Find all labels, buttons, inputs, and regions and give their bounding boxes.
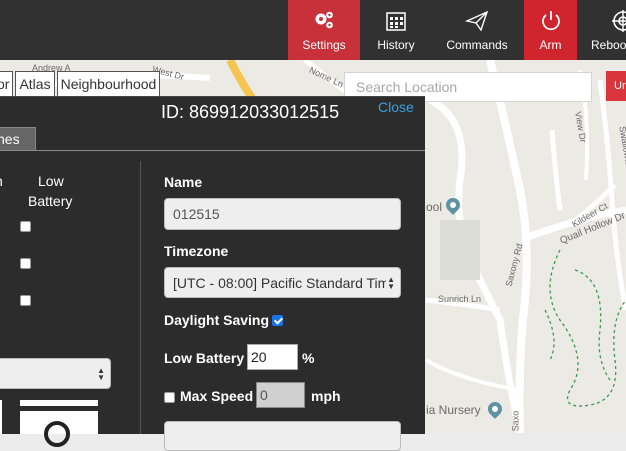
- notes-field[interactable]: [164, 421, 401, 451]
- max-speed-checkbox[interactable]: [164, 392, 175, 403]
- circle-icon: [44, 421, 70, 447]
- timezone-label: Timezone: [164, 243, 229, 259]
- low-battery-header-line2: Battery: [28, 193, 73, 209]
- top-nav-bar: Settings History Commands Arm Reboo: [0, 0, 626, 60]
- divider: [0, 150, 425, 151]
- left-col-header: n: [0, 173, 3, 189]
- left-bottom-box: [0, 400, 2, 434]
- map-place-label: ia Nursery: [426, 403, 481, 417]
- close-link[interactable]: Close: [378, 99, 414, 115]
- timezone-value: [UTC - 08:00] Pacific Standard Time: [173, 274, 386, 291]
- device-panel: ID: 869912033012515 Close nes n Low Batt…: [0, 96, 425, 451]
- column-divider: [140, 161, 141, 434]
- gears-icon: [311, 8, 337, 34]
- daylight-saving-label: Daylight Saving: [164, 312, 270, 328]
- paper-plane-icon: [464, 8, 490, 34]
- layer-tab-or[interactable]: or: [0, 71, 14, 97]
- nav-history[interactable]: History: [362, 0, 430, 60]
- nav-label: History: [377, 38, 415, 52]
- low-battery-input[interactable]: 20: [247, 344, 298, 370]
- nav-arm[interactable]: Arm: [524, 0, 577, 60]
- low-battery-label: Low Battery: [164, 350, 245, 366]
- map-road-label: Saxo: [510, 410, 521, 432]
- calendar-icon: [383, 8, 409, 34]
- max-speed-label: Max Speed: [180, 388, 254, 404]
- device-id-title: ID: 869912033012515: [161, 102, 340, 122]
- low-battery-checkbox[interactable]: [20, 295, 31, 306]
- layer-tab-atlas[interactable]: Atlas: [15, 71, 55, 97]
- name-label: Name: [164, 174, 203, 190]
- map-road-label: Sunrich Ln: [438, 294, 482, 304]
- nav-reboot[interactable]: Reboo: [588, 0, 626, 60]
- left-select[interactable]: ▲ ▼: [0, 358, 111, 389]
- nav-label: Arm: [539, 38, 562, 52]
- map-layer-tabs: or Atlas Neighbourhood: [0, 71, 162, 97]
- left-bottom-bar: [20, 400, 98, 406]
- power-icon: [538, 8, 564, 34]
- timezone-select[interactable]: [UTC - 08:00] Pacific Standard Time ▲ ▼: [164, 267, 401, 298]
- layer-tab-neighbourhood[interactable]: Neighbourhood: [56, 71, 161, 97]
- left-bottom-card: [20, 411, 98, 447]
- nav-commands[interactable]: Commands: [436, 0, 518, 60]
- low-battery-header-line1: Low: [38, 173, 64, 189]
- low-battery-checkbox[interactable]: [20, 221, 31, 232]
- max-speed-input[interactable]: 0: [256, 382, 305, 408]
- nav-label: Commands: [446, 38, 508, 52]
- nav-label: Reboo: [591, 38, 626, 52]
- map-place-label: ool: [426, 200, 443, 214]
- red-side-tab[interactable]: Ur: [606, 71, 626, 101]
- nav-settings[interactable]: Settings: [288, 0, 360, 60]
- daylight-saving-checkbox[interactable]: [272, 315, 283, 326]
- low-battery-checkbox[interactable]: [20, 258, 31, 269]
- name-field[interactable]: 012515: [164, 198, 401, 230]
- percent-unit: %: [302, 350, 315, 366]
- crosshair-icon: [610, 8, 626, 34]
- mph-unit: mph: [311, 388, 341, 404]
- select-arrows-icon: ▲ ▼: [97, 365, 105, 382]
- nav-label: Settings: [302, 38, 346, 52]
- select-arrows-icon: ▲ ▼: [387, 274, 395, 291]
- panel-tab[interactable]: nes: [0, 127, 36, 150]
